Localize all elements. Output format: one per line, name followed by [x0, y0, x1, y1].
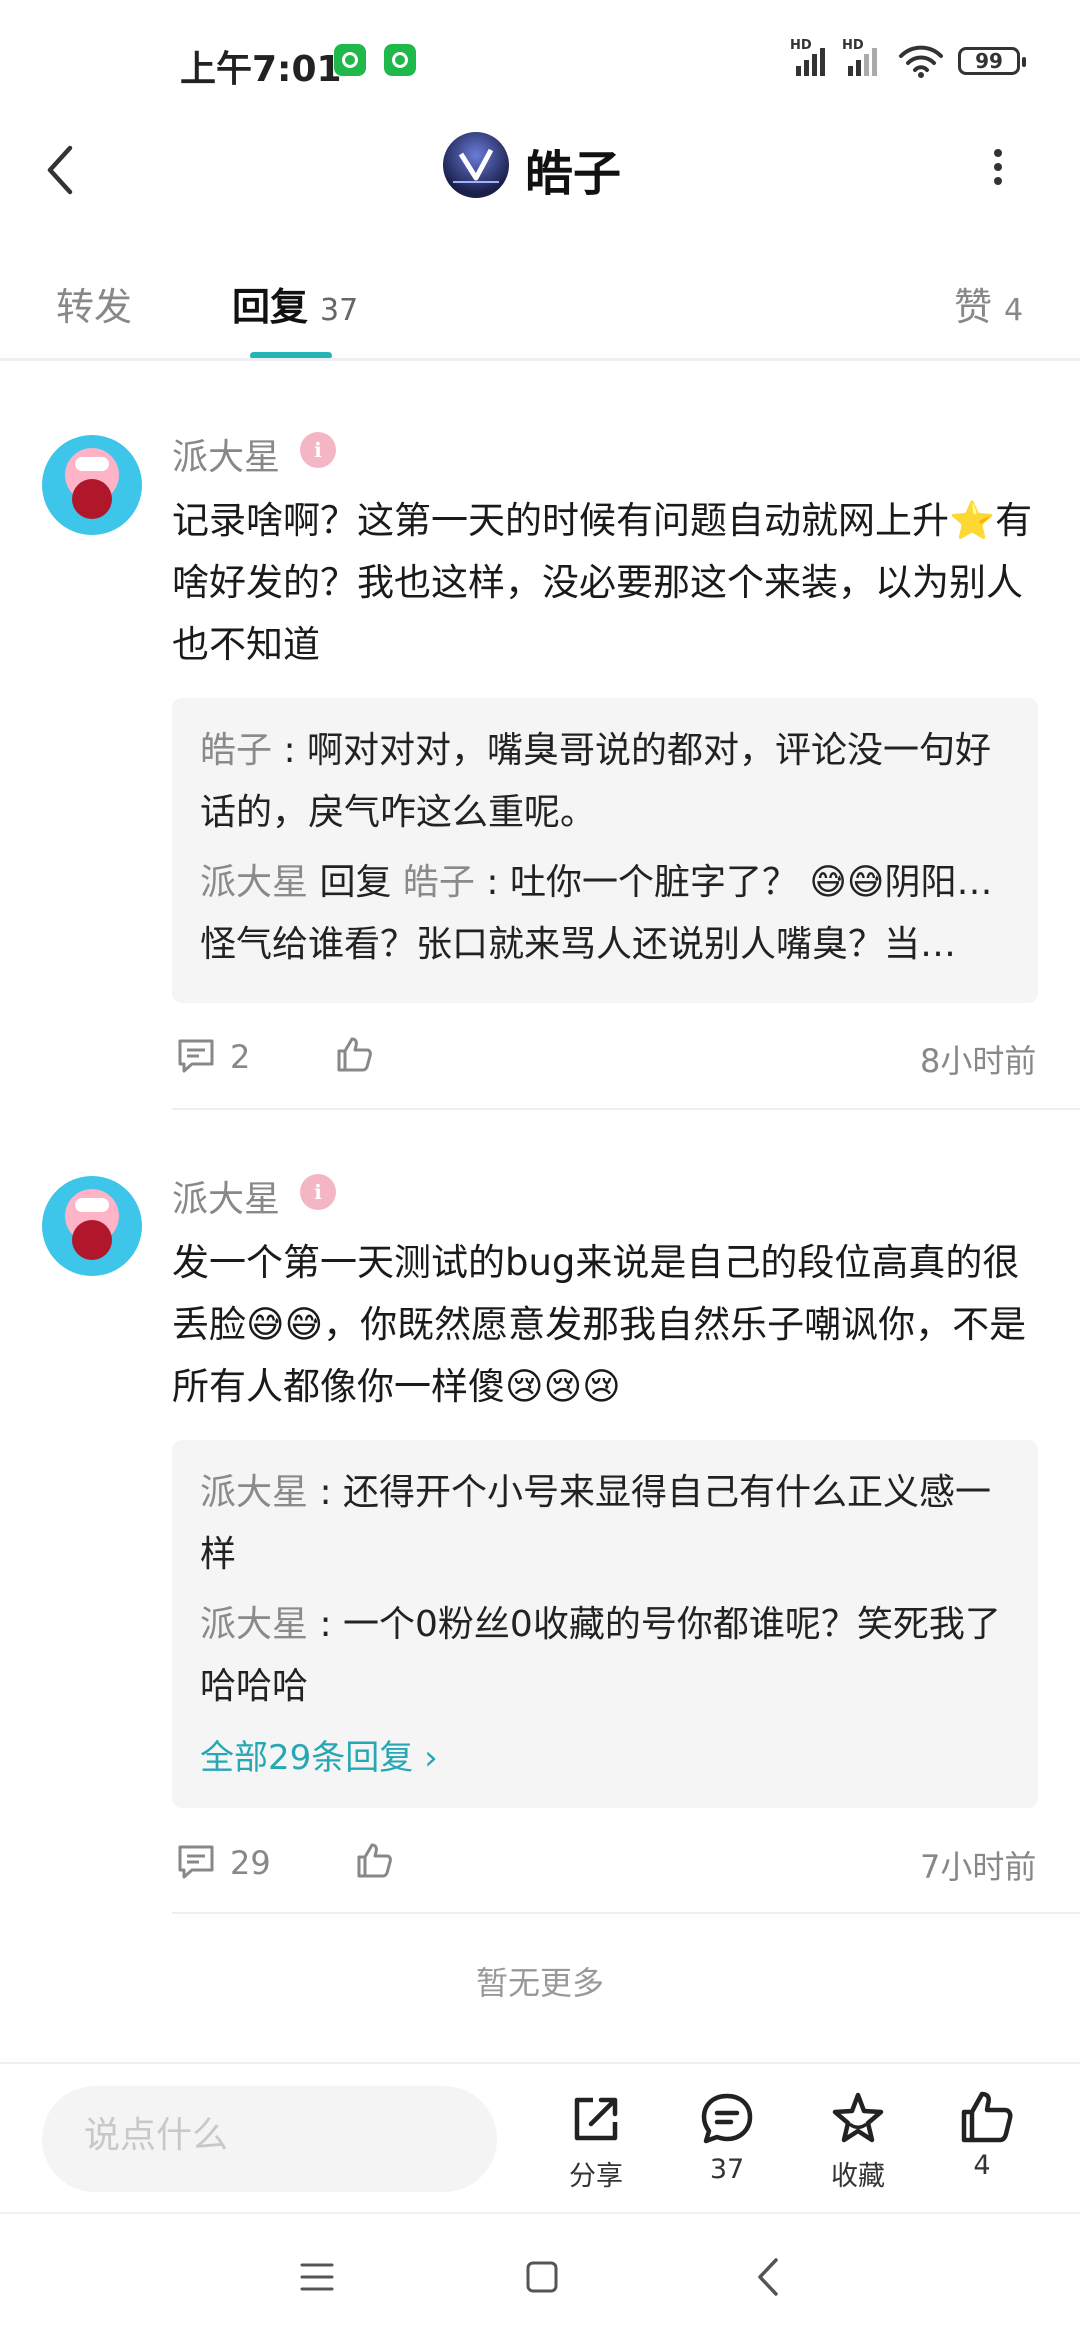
- tab-repost[interactable]: 转发: [56, 276, 132, 331]
- comment-divider: [172, 1108, 1080, 1110]
- reply-count: 29: [230, 1844, 271, 1882]
- battery-indicator: 99: [958, 47, 1026, 75]
- signal-icon: HD: [790, 38, 830, 76]
- signal-hd-label: HD: [790, 38, 812, 53]
- commenter-name[interactable]: 派大星: [172, 1170, 280, 1222]
- reply-item: 派大星 : 还得开个小号来显得自己有什么正义感一样: [200, 1462, 1020, 1586]
- wifi-icon: [899, 45, 943, 78]
- reply-target[interactable]: 皓子: [403, 862, 475, 903]
- share-label[interactable]: 分享: [536, 2154, 656, 2193]
- reply-connector: 回复: [308, 862, 403, 903]
- like-count[interactable]: 4: [922, 2150, 1042, 2181]
- tab-replies[interactable]: 回复 37: [232, 276, 358, 331]
- view-all-replies-link[interactable]: 全部29条回复 ›: [200, 1730, 438, 1779]
- status-time: 上午7:01: [180, 49, 342, 90]
- recent-apps-icon[interactable]: [300, 2262, 334, 2292]
- tab-count: 37: [320, 293, 359, 328]
- like-thumb-icon[interactable]: [958, 2088, 1016, 2146]
- reply-preview-box[interactable]: 派大星 : 还得开个小号来显得自己有什么正义感一样 派大星 : 一个0粉丝0收藏…: [172, 1440, 1038, 1808]
- comment-input-placeholder: 说点什么: [84, 2115, 229, 2156]
- commenter-avatar[interactable]: [42, 435, 142, 535]
- comment-text: 发一个第一天测试的bug来说是自己的段位高真的很丢脸😅😅，你既然愿意发那我自然乐…: [172, 1241, 1027, 1408]
- tab-label: 赞: [954, 285, 993, 329]
- favorite-label[interactable]: 收藏: [798, 2154, 918, 2193]
- author-avatar[interactable]: [443, 132, 509, 198]
- bottom-bar-divider: [0, 2062, 1080, 2064]
- reply-item: 皓子 : 啊对对对，嘴臭哥说的都对，评论没一句好话的，戾气咋这么重呢。: [200, 720, 1020, 844]
- comment-text: 记录啥啊？这第一天的时候有问题自动就网上升⭐有啥好发的？我也这样，没必要那这个来…: [172, 499, 1033, 666]
- comment-time: 7小时前: [920, 1848, 1037, 1886]
- reply-preview-box[interactable]: 皓子 : 啊对对对，嘴臭哥说的都对，评论没一句好话的，戾气咋这么重呢。 派大星 …: [172, 698, 1038, 1003]
- level-badge-icon: ℹ: [300, 1174, 336, 1210]
- comment-input[interactable]: 说点什么: [42, 2086, 497, 2192]
- comment-time: 8小时前: [920, 1042, 1037, 1080]
- reply-author[interactable]: 派大星: [200, 1472, 308, 1513]
- reply-author[interactable]: 派大星: [200, 862, 308, 903]
- reply-text: : 吐你一个脏字了？ 😅😅阴阳怪气给谁看？张口就来骂人还说别人嘴臭？当…: [486, 862, 1020, 903]
- reply-text: : 啊对对对，嘴臭哥说的都对，评论没一句好话的，戾气咋这么重呢。: [200, 730, 992, 833]
- system-back-icon[interactable]: [752, 2256, 786, 2298]
- share-icon[interactable]: [567, 2090, 625, 2148]
- tab-label: 回复: [232, 285, 309, 329]
- reply-author[interactable]: 皓子: [200, 730, 272, 771]
- reply-text-continued: 怪气给谁看？张口就来骂人还说别人嘴臭？当…: [200, 924, 957, 965]
- tab-label: 转发: [56, 285, 133, 329]
- like-icon[interactable]: [354, 1840, 394, 1880]
- reply-author[interactable]: 派大星: [200, 1604, 308, 1645]
- commenter-avatar[interactable]: [42, 1176, 142, 1276]
- like-icon[interactable]: [334, 1034, 374, 1074]
- avatar-logo-icon: [453, 148, 499, 183]
- level-badge-icon: ℹ: [300, 432, 336, 468]
- tab-likes[interactable]: 赞4: [954, 276, 1023, 331]
- reply-item: 派大星 回复 皓子 : 吐你一个脏字了？ 😅😅阴阳怪气给谁看？张口就来骂人还说别…: [200, 852, 1020, 914]
- reply-item: 派大星 : 一个0粉丝0收藏的号你都谁呢？笑死我了哈哈哈: [200, 1594, 1020, 1718]
- more-options-icon[interactable]: [990, 145, 1004, 189]
- commenter-name[interactable]: 派大星: [172, 428, 280, 480]
- comment-icon[interactable]: [176, 1036, 216, 1076]
- nav-bar-divider: [0, 2212, 1080, 2214]
- tab-divider: [0, 358, 1080, 361]
- reply-text: : 还得开个小号来显得自己有什么正义感一样: [200, 1472, 992, 1575]
- favorite-star-icon[interactable]: [829, 2090, 887, 2148]
- signal-hd-label: HD: [842, 38, 864, 53]
- reply-count: 2: [230, 1038, 251, 1076]
- comment-divider: [172, 1912, 1080, 1914]
- home-icon[interactable]: [525, 2260, 559, 2294]
- comments-count[interactable]: 37: [667, 2154, 787, 2185]
- comments-icon[interactable]: [698, 2090, 756, 2148]
- signal-icon: HD: [842, 38, 882, 76]
- back-chevron-icon[interactable]: [40, 140, 84, 200]
- comment-icon[interactable]: [176, 1842, 216, 1882]
- page-title: 皓子: [525, 146, 622, 202]
- status-bar: 上午7:01 HD HD 99: [0, 0, 1080, 120]
- reply-text: : 一个0粉丝0收藏的号你都谁呢？笑死我了哈哈哈: [200, 1604, 1001, 1707]
- app-notification-icon: [334, 44, 366, 76]
- tab-count: 4: [1004, 293, 1024, 328]
- no-more-text: 暂无更多: [475, 1964, 604, 2002]
- app-notification-icon: [384, 44, 416, 76]
